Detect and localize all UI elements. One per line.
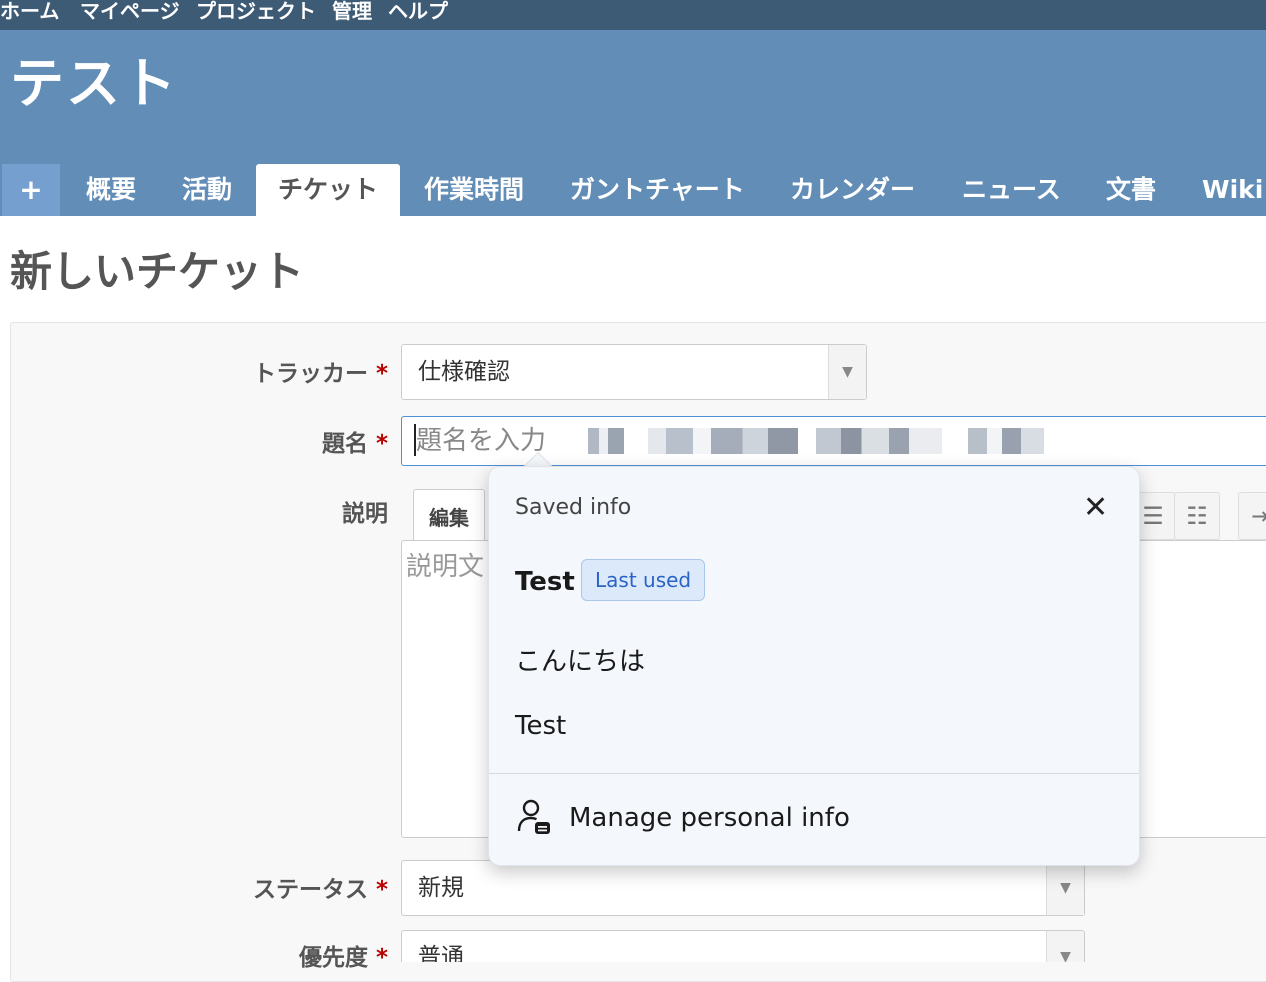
project-title: テスト (10, 52, 178, 115)
top-menu-home[interactable]: ホーム (0, 0, 59, 26)
chevron-down-icon: ▼ (1046, 861, 1084, 915)
tab-gantt[interactable]: ガントチャート (570, 164, 745, 216)
suggestion-item[interactable]: こんにちは (515, 641, 645, 678)
top-menu-my-page[interactable]: マイページ (80, 0, 180, 26)
tab-news[interactable]: ニュース (962, 164, 1061, 216)
tab-documents[interactable]: 文書 (1106, 164, 1156, 216)
top-menu: ホーム マイページ プロジェクト 管理 ヘルプ (0, 0, 1266, 30)
tracker-label: トラッカー * (253, 354, 388, 388)
priority-label-text: 優先度 (298, 945, 368, 971)
popup-title: Saved info (515, 495, 632, 520)
chevron-down-icon: ▼ (1046, 931, 1084, 962)
status-label-text: ステータス (252, 877, 368, 903)
tab-activity[interactable]: 活動 (182, 164, 232, 216)
manage-personal-info-button[interactable]: Manage personal info (515, 797, 850, 841)
numbered-list-icon[interactable]: ☷ (1174, 492, 1220, 540)
priority-label: 優先度 * (299, 938, 388, 972)
priority-select[interactable]: 普通 ▼ (401, 930, 1085, 962)
tab-wiki[interactable]: Wiki (1202, 164, 1263, 216)
top-menu-admin[interactable]: 管理 (332, 0, 372, 26)
required-mark: * (375, 361, 388, 387)
chevron-down-icon: ▼ (828, 345, 866, 399)
tab-time-entries[interactable]: 作業時間 (424, 164, 524, 216)
required-mark: * (375, 945, 388, 971)
description-placeholder: 説明文 (406, 552, 485, 582)
tab-issues[interactable]: チケット (256, 164, 401, 216)
last-used-badge: Last used (581, 559, 706, 601)
top-menu-projects[interactable]: プロジェクト (196, 0, 316, 26)
status-label: ステータス * (253, 870, 388, 904)
tracker-label-text: トラッカー (252, 361, 368, 387)
tab-overview[interactable]: 概要 (86, 164, 136, 216)
tracker-value: 仕様確認 (418, 359, 510, 385)
top-menu-help[interactable]: ヘルプ (388, 0, 448, 26)
suggestion-item[interactable]: Test (515, 567, 575, 597)
required-mark: * (375, 431, 388, 457)
popup-divider (489, 773, 1139, 774)
description-edit-tab[interactable]: 編集 (413, 489, 485, 541)
description-label: 説明 (342, 501, 388, 527)
tab-calendar[interactable]: カレンダー (790, 164, 915, 216)
status-select[interactable]: 新規 ▼ (401, 860, 1085, 916)
project-header: テスト + 概要 活動 チケット 作業時間 ガントチャート カレンダー ニュース… (0, 30, 1266, 216)
priority-value: 普通 (418, 944, 464, 962)
required-mark: * (375, 877, 388, 903)
subject-placeholder: 題名を入力 (416, 426, 547, 456)
suggestion-item[interactable]: Test (515, 711, 566, 741)
person-card-icon (517, 799, 550, 834)
status-value: 新規 (418, 875, 464, 901)
new-object-button[interactable]: + (2, 164, 60, 216)
subject-label-text: 題名 (321, 431, 368, 457)
subject-label: 題名 * (322, 424, 388, 458)
page-title: 新しいチケット (10, 247, 305, 296)
close-icon[interactable]: ✕ (1083, 493, 1108, 523)
manage-personal-info-label: Manage personal info (569, 803, 850, 833)
text-caret (414, 424, 416, 456)
autofill-popup: Saved info ✕ Test Last used こんにちは Test M… (488, 466, 1140, 866)
tracker-select[interactable]: 仕様確認 ▼ (401, 344, 867, 400)
indent-icon[interactable]: ⇥ (1238, 492, 1266, 540)
